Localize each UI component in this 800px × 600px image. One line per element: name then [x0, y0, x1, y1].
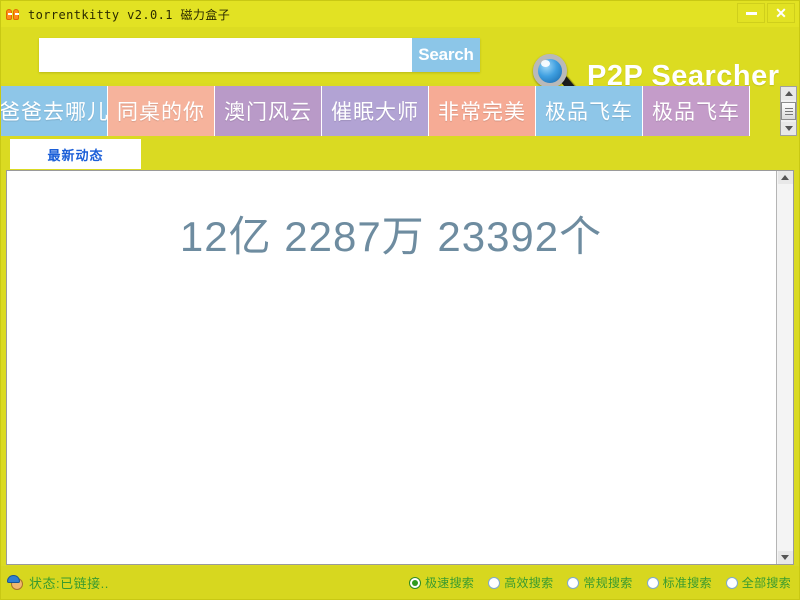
- content-scrollbar[interactable]: [776, 171, 793, 564]
- search-mode-label: 高效搜索: [504, 576, 554, 590]
- search-mode-radio-1[interactable]: 极速搜索: [408, 574, 475, 591]
- search-mode-label: 标准搜索: [662, 576, 712, 590]
- search-mode-label: 常规搜索: [583, 576, 633, 590]
- movie-tab-label: 澳门风云: [224, 101, 312, 124]
- search-mode-label: 全部搜索: [741, 576, 791, 590]
- status-text: 状态:已链接..: [29, 576, 109, 591]
- movie-tab-4[interactable]: 催眠大师: [322, 86, 429, 136]
- status-bar: 状态:已链接.. 极速搜索 高效搜索 常规搜索 标准搜索 全部搜索: [1, 566, 799, 599]
- content-inner: 12亿 2287万 23392个: [7, 171, 775, 564]
- movie-tab-label: 催眠大师: [331, 101, 419, 124]
- movie-tab-label: 爸爸去哪儿: [1, 101, 108, 124]
- tab-latest-updates[interactable]: 最新动态: [10, 139, 141, 169]
- search-mode-radio-4[interactable]: 标准搜索: [646, 574, 712, 591]
- movie-tab-2[interactable]: 同桌的你: [108, 86, 215, 136]
- connection-kitty-icon: [7, 574, 25, 591]
- movie-tab-5[interactable]: 非常完美: [429, 86, 536, 136]
- movie-tab-label: 极品飞车: [652, 101, 740, 124]
- kitty-icon: [5, 7, 21, 22]
- minimize-button[interactable]: [737, 3, 765, 23]
- radio-dot-icon[interactable]: [725, 576, 738, 589]
- title-bar: torrentkitty v2.0.1 磁力盒子 ✕: [1, 1, 799, 27]
- radio-dot-icon[interactable]: [567, 576, 580, 589]
- application-window: torrentkitty v2.0.1 磁力盒子 ✕ Search P2P Se…: [0, 0, 800, 600]
- window-controls: ✕: [737, 3, 795, 23]
- triangle-down-icon[interactable]: [777, 551, 793, 564]
- search-input[interactable]: [39, 38, 412, 72]
- movie-tab-label: 非常完美: [438, 101, 526, 124]
- movie-tab-3[interactable]: 澳门风云: [215, 86, 322, 136]
- content-panel: 12亿 2287万 23392个: [6, 170, 794, 565]
- window-title: torrentkitty v2.0.1 磁力盒子: [28, 7, 231, 22]
- radio-dot-icon[interactable]: [488, 576, 501, 589]
- triangle-up-icon[interactable]: [777, 171, 793, 184]
- search-header: Search P2P Searcher: [1, 27, 799, 96]
- status-left: 状态:已链接..: [7, 573, 109, 592]
- result-count-text: 12亿 2287万 23392个: [179, 213, 603, 260]
- search-mode-radio-group: 极速搜索 高效搜索 常规搜索 标准搜索 全部搜索: [408, 574, 791, 591]
- search-mode-radio-5[interactable]: 全部搜索: [725, 574, 791, 591]
- radio-dot-icon[interactable]: [408, 576, 421, 589]
- close-button[interactable]: ✕: [767, 3, 795, 23]
- movie-tab-1[interactable]: 爸爸去哪儿: [1, 86, 108, 136]
- search-mode-radio-2[interactable]: 高效搜索: [488, 574, 553, 591]
- movie-tab-6[interactable]: 极品飞车: [536, 86, 643, 136]
- radio-dot-icon[interactable]: [646, 576, 659, 589]
- triangle-up-icon[interactable]: [781, 87, 796, 100]
- search-button[interactable]: Search: [412, 38, 480, 72]
- search-mode-radio-3[interactable]: 常规搜索: [567, 574, 632, 591]
- sub-tabs: 最新动态: [1, 139, 799, 170]
- movie-tabs-scrollbar[interactable]: [780, 86, 797, 136]
- movie-tab-label: 极品飞车: [545, 101, 633, 124]
- minimize-icon: [745, 11, 757, 15]
- movie-tabs: 爸爸去哪儿 同桌的你 澳门风云 催眠大师 非常完美 极品飞车 极品飞车: [1, 86, 799, 136]
- scroll-thumb[interactable]: [781, 102, 796, 120]
- triangle-down-icon[interactable]: [781, 122, 796, 135]
- movie-tab-label: 同桌的你: [117, 101, 205, 124]
- search-bar: Search: [39, 38, 480, 72]
- search-mode-label: 极速搜索: [424, 576, 475, 590]
- movie-tab-7[interactable]: 极品飞车: [643, 86, 750, 136]
